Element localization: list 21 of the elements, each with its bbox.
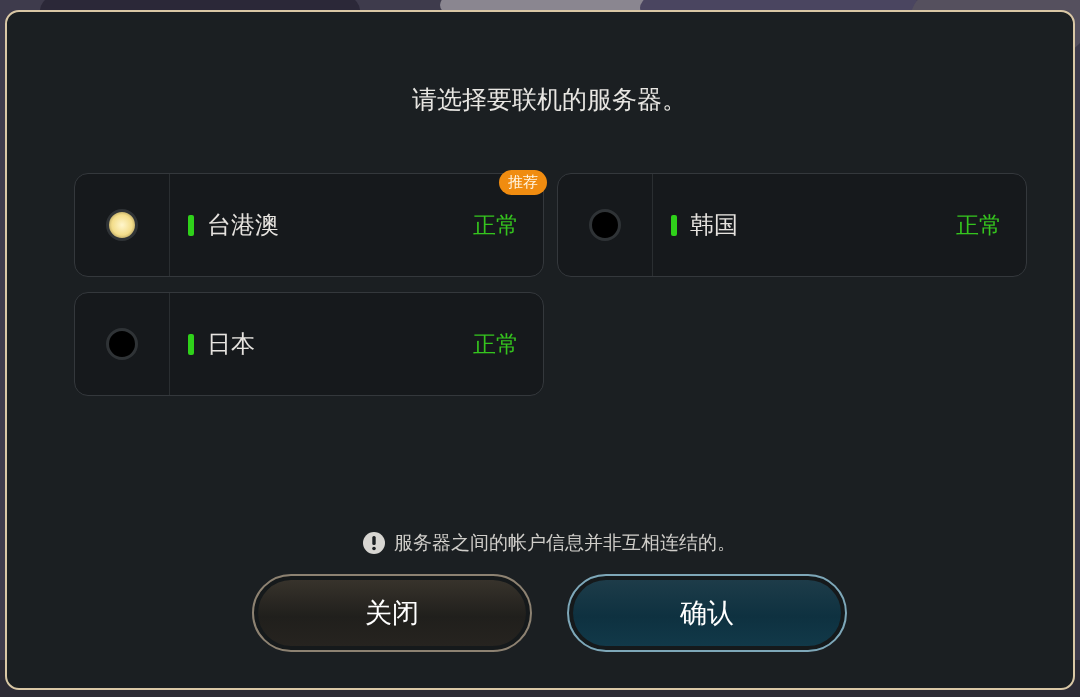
info-icon [362, 531, 386, 555]
radio-button[interactable] [106, 328, 138, 360]
server-name: 韩国 [690, 210, 739, 241]
status-bar-icon [188, 333, 194, 355]
note-text: 服务器之间的帐户信息并非互相连结的。 [394, 530, 736, 555]
status-bar-icon [188, 214, 194, 236]
server-status: 正常 [473, 329, 519, 359]
server-name: 日本 [207, 329, 256, 360]
confirm-button[interactable]: 确认 [566, 574, 847, 652]
server-option[interactable]: 韩国 正常 [557, 173, 1027, 277]
status-bar-icon [671, 214, 677, 236]
server-status: 正常 [956, 210, 1002, 240]
recommended-badge: 推荐 [499, 170, 547, 195]
close-button[interactable]: 关闭 [251, 574, 532, 652]
server-option[interactable]: 推荐 台港澳 正常 [74, 173, 544, 277]
radio-button[interactable] [106, 209, 138, 241]
radio-button[interactable] [589, 209, 621, 241]
server-option[interactable]: 日本 正常 [74, 292, 544, 396]
dialog-title: 请选择要联机的服务器。 [411, 84, 687, 116]
server-status: 正常 [473, 210, 519, 240]
server-name: 台港澳 [207, 210, 280, 241]
